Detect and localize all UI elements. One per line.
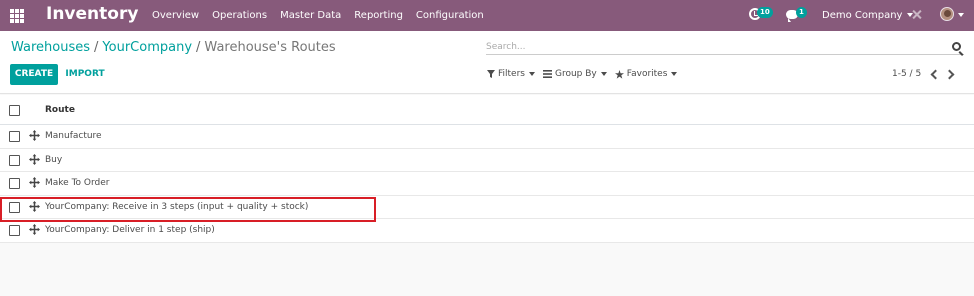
routes-list: Route Manufacture Buy Make To Order Your… (0, 95, 974, 243)
route-name: YourCompany: Receive in 3 steps (input +… (45, 201, 309, 212)
drag-handle-icon[interactable] (29, 153, 40, 165)
message-count-badge: 1 (796, 7, 807, 18)
chevron-down-icon (528, 72, 535, 76)
chevron-down-icon (671, 72, 678, 76)
company-name: Demo Company (822, 10, 903, 21)
breadcrumb-yourcompany[interactable]: YourCompany (102, 40, 192, 55)
menu-reporting[interactable]: Reporting (354, 10, 403, 21)
row-checkbox[interactable] (9, 225, 20, 236)
drag-handle-icon[interactable] (29, 200, 40, 212)
top-navbar: Inventory Overview Operations Master Dat… (0, 0, 974, 31)
list-header: Route (0, 95, 974, 125)
filter-icon (487, 70, 495, 78)
company-switcher[interactable]: Demo Company (822, 10, 914, 21)
table-row[interactable]: Manufacture (0, 125, 974, 149)
control-panel: Warehouses / YourCompany / Warehouse's Route… (0, 31, 974, 94)
create-button[interactable]: CREATE (10, 64, 58, 85)
app-name[interactable]: Inventory (46, 4, 138, 24)
menu-configuration[interactable]: Configuration (416, 10, 484, 21)
filters-dropdown[interactable]: Filters (487, 69, 535, 79)
menu-master-data[interactable]: Master Data (280, 10, 341, 21)
select-all-checkbox[interactable] (9, 105, 20, 116)
column-header-route[interactable]: Route (45, 105, 75, 115)
table-row[interactable]: Make To Order (0, 172, 974, 196)
breadcrumb: Warehouses / YourCompany / Warehouse's Route… (11, 40, 336, 55)
table-row[interactable]: Buy (0, 148, 974, 172)
route-name: Manufacture (45, 131, 102, 141)
drag-handle-icon[interactable] (29, 177, 40, 188)
page-title: Warehouse's Routes (204, 40, 336, 55)
star-icon (614, 69, 624, 79)
group-by-label: Group By (554, 69, 597, 79)
menu-overview[interactable]: Overview (152, 10, 199, 21)
favorites-label: Favorites (626, 69, 668, 79)
menu-operations[interactable]: Operations (212, 10, 267, 21)
route-name: YourCompany: Deliver in 1 step (ship) (45, 225, 215, 235)
chevron-down-icon (600, 72, 607, 76)
row-checkbox[interactable] (9, 131, 20, 142)
favorites-dropdown[interactable]: Favorites (614, 69, 678, 79)
user-avatar[interactable] (940, 7, 954, 21)
apps-menu-icon[interactable] (10, 9, 24, 23)
debug-tools-icon[interactable] (911, 9, 922, 20)
chevron-down-icon (958, 13, 964, 17)
filters-label: Filters (498, 69, 525, 79)
group-by-icon (542, 70, 552, 78)
breadcrumb-separator: / (94, 40, 99, 55)
table-row[interactable]: YourCompany: Deliver in 1 step (ship) (0, 219, 974, 243)
table-row[interactable]: YourCompany: Receive in 3 steps (input +… (0, 195, 974, 219)
chevron-left-icon[interactable] (930, 69, 941, 80)
row-checkbox[interactable] (9, 154, 20, 166)
group-by-dropdown[interactable]: Group By (542, 69, 607, 79)
search-input[interactable] (486, 39, 964, 55)
route-name: Buy (45, 154, 63, 165)
drag-handle-icon[interactable] (29, 130, 40, 141)
breadcrumb-warehouses[interactable]: Warehouses (11, 40, 90, 55)
main-menu: Overview Operations Master Data Reportin… (152, 0, 497, 31)
row-checkbox[interactable] (9, 178, 20, 189)
route-name: Make To Order (45, 178, 110, 188)
chevron-right-icon[interactable] (944, 69, 955, 80)
breadcrumb-separator: / (196, 40, 201, 55)
row-checkbox[interactable] (9, 201, 20, 213)
search-options: Filters Group By Favorites (487, 69, 685, 79)
import-button[interactable]: IMPORT (64, 64, 106, 85)
activity-count-badge: 10 (757, 7, 773, 18)
search-icon[interactable] (952, 42, 961, 51)
pager-value[interactable]: 1-5 / 5 (892, 69, 921, 79)
drag-handle-icon[interactable] (29, 224, 40, 235)
